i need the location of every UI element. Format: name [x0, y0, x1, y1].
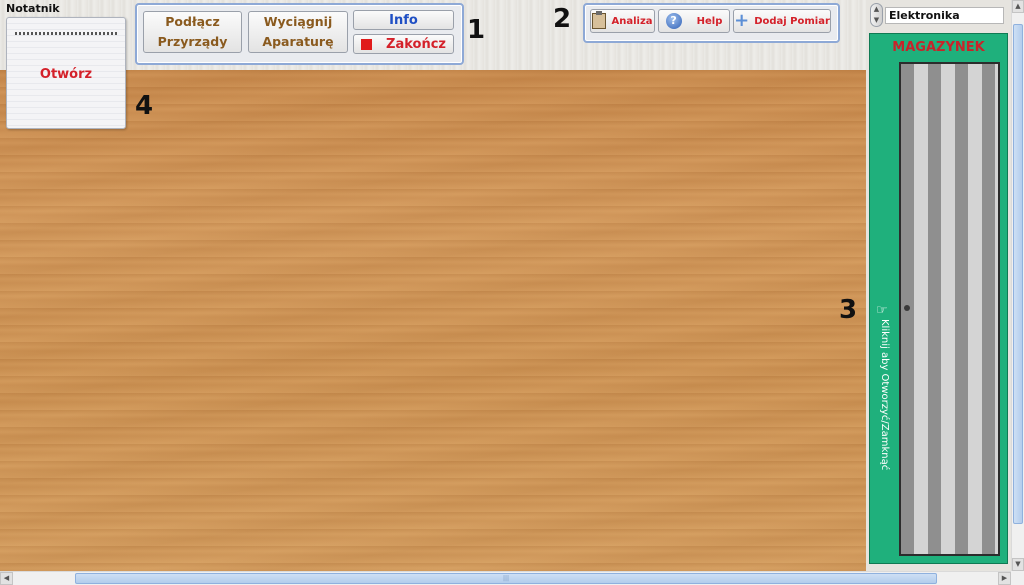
- toolbar-tools-group: Analiza ? Help + Dodaj Pomiar: [583, 3, 840, 43]
- connect-instruments-button[interactable]: Podłącz Przyrządy: [143, 11, 242, 53]
- vertical-scroll-thumb[interactable]: [1013, 24, 1023, 524]
- add-measurement-button[interactable]: + Dodaj Pomiar: [733, 9, 831, 33]
- extract-apparatus-button[interactable]: Wyciągnij Aparaturę: [248, 11, 348, 53]
- marker-2: 2: [553, 4, 572, 34]
- storage-title: MAGAZYNEK: [892, 40, 985, 55]
- scroll-left-icon[interactable]: ◀: [0, 572, 13, 585]
- scroll-up-icon[interactable]: ▲: [1012, 0, 1024, 13]
- extract-apparatus-label-2: Aparaturę: [262, 34, 334, 49]
- horizontal-scroll-thumb[interactable]: |||: [75, 573, 937, 584]
- category-select[interactable]: Elektronika: [885, 7, 1004, 24]
- stop-square-icon: [361, 38, 373, 50]
- info-label: Info: [389, 12, 418, 28]
- horizontal-scrollbar[interactable]: ◀ ||| ▶: [0, 571, 1011, 585]
- toolbar-main-group: Podłącz Przyrządy Wyciągnij Aparaturę In…: [135, 3, 464, 65]
- extract-apparatus-label-1: Wyciągnij: [263, 14, 333, 29]
- storage-cabinet: MAGAZYNEK ☞ Kliknij aby Otworzyć/Zamknąć: [869, 33, 1008, 564]
- plus-icon: +: [734, 10, 750, 31]
- connect-instruments-label-2: Przyrządy: [157, 34, 228, 49]
- notepad-title: Notatnik: [6, 2, 60, 15]
- door-knob-icon[interactable]: [904, 305, 910, 311]
- info-button[interactable]: Info: [353, 10, 454, 30]
- storage-hint: Kliknij aby Otworzyć/Zamknąć: [879, 319, 890, 471]
- connect-instruments-label-1: Podłącz: [165, 14, 220, 29]
- help-label: Help: [696, 15, 723, 27]
- notepad-spiral-icon: [15, 32, 117, 35]
- marker-4: 4: [135, 91, 154, 121]
- pointing-hand-icon: ☞: [876, 303, 888, 318]
- vertical-scrollbar[interactable]: ▲ ▼: [1011, 0, 1024, 571]
- clipboard-icon: [592, 11, 607, 29]
- add-measurement-label: Dodaj Pomiar: [754, 15, 830, 27]
- marker-1: 1: [467, 15, 486, 45]
- notepad-open-button[interactable]: Otwórz: [6, 17, 126, 129]
- category-spinner[interactable]: ▲ ▼: [870, 3, 883, 27]
- scroll-down-icon[interactable]: ▼: [1012, 558, 1024, 571]
- analysis-label: Analiza: [611, 15, 653, 27]
- scrollbar-corner: [1011, 571, 1024, 585]
- quit-label: Zakończ: [386, 36, 446, 52]
- notepad-open-label: Otwórz: [39, 67, 93, 82]
- marker-3: 3: [839, 295, 858, 325]
- storage-door[interactable]: [899, 62, 1000, 556]
- quit-button[interactable]: Zakończ: [353, 34, 454, 54]
- scroll-right-icon[interactable]: ▶: [998, 572, 1011, 585]
- desk-workspace[interactable]: [0, 70, 866, 571]
- help-button[interactable]: ? Help: [658, 9, 730, 33]
- question-mark-icon: ?: [665, 13, 682, 29]
- analysis-button[interactable]: Analiza: [590, 9, 655, 33]
